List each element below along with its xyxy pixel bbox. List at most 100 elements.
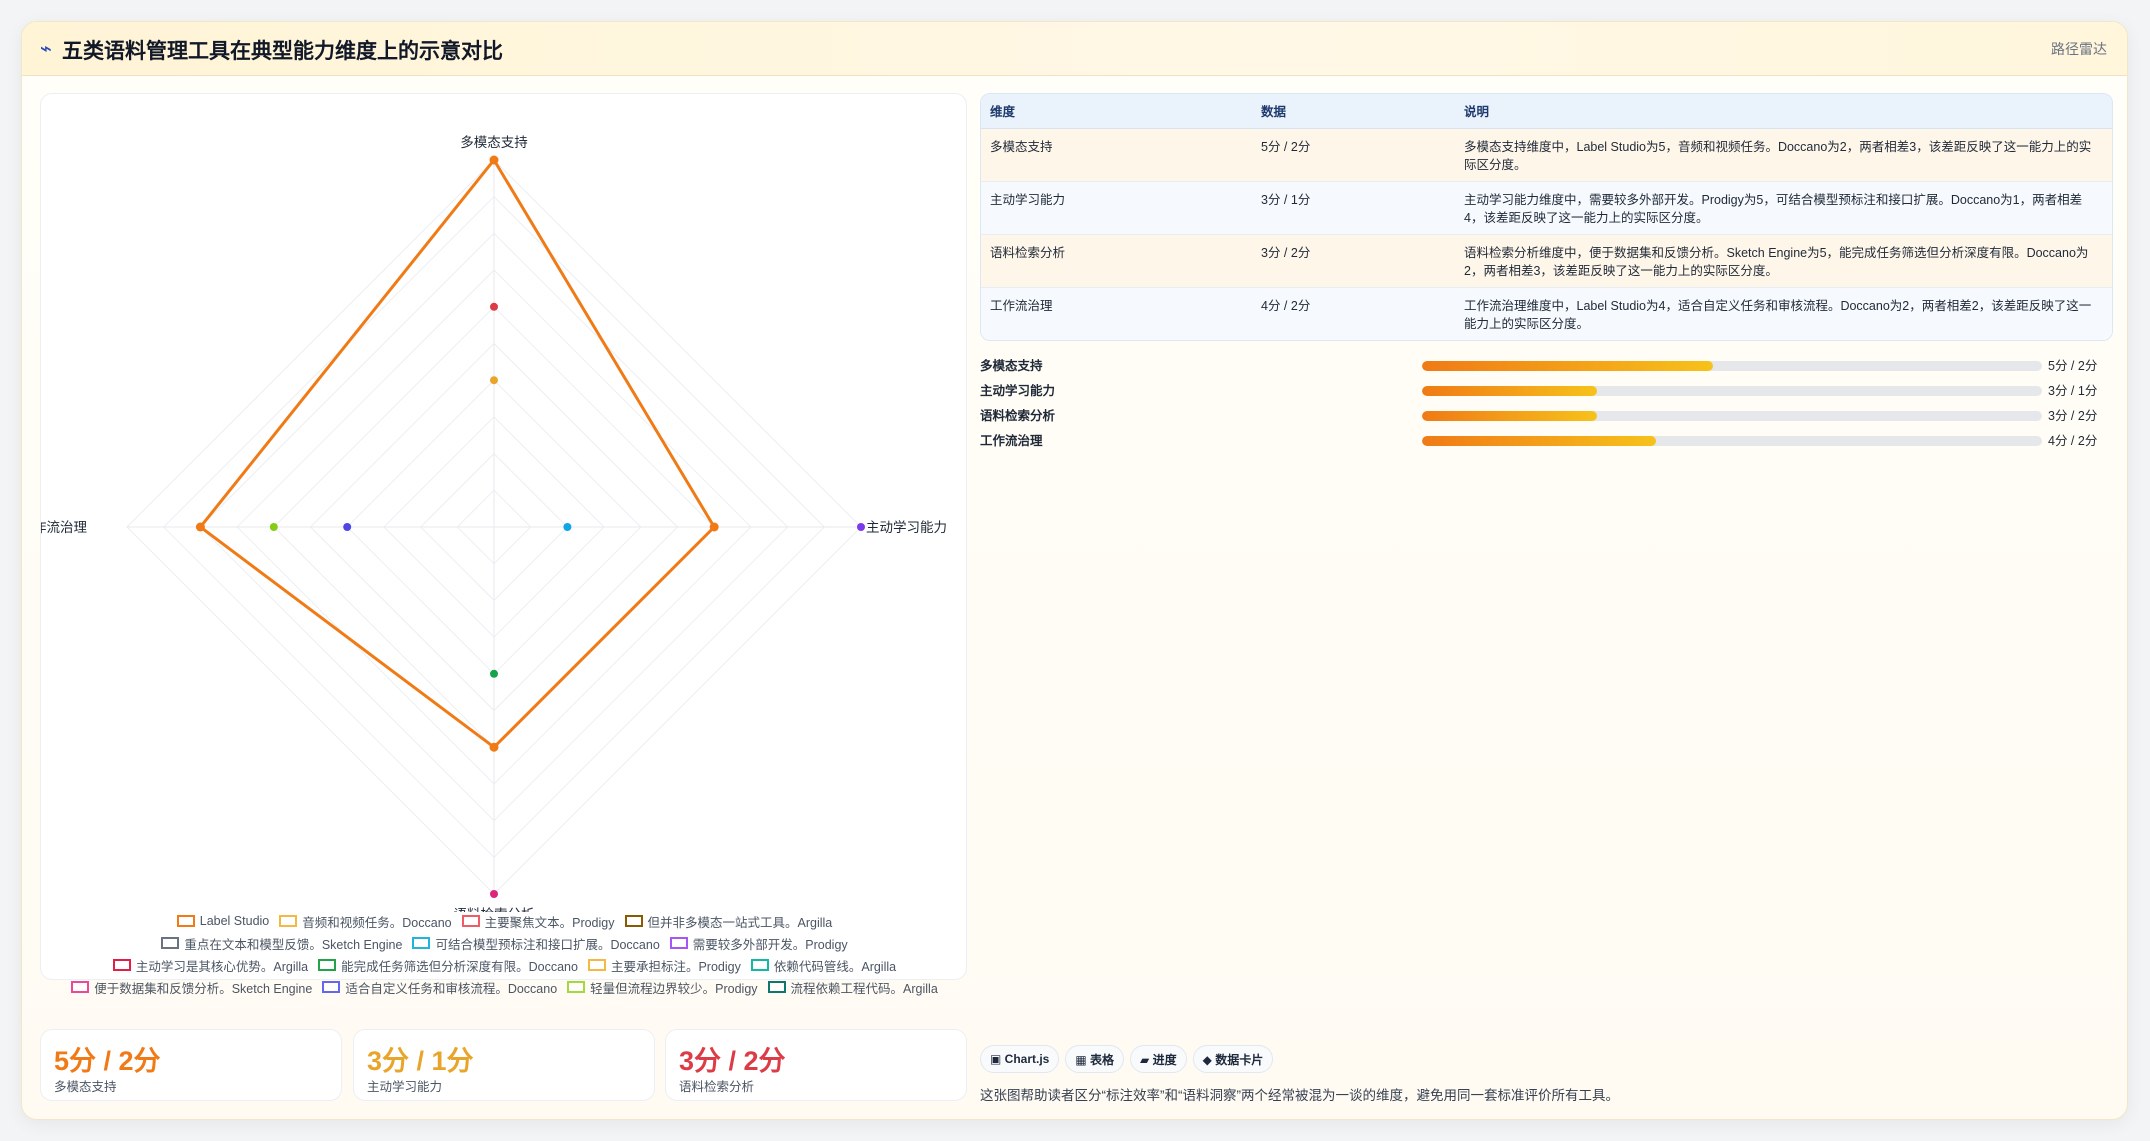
progress-label: 主动学习能力 [980,384,1056,398]
legend-item[interactable]: 音频和视频任务。Doccano [279,912,452,930]
progress-label: 工作流治理 [980,434,1043,448]
pill-chartjs[interactable]: ▣ Chart.js [980,1045,1060,1073]
footnote: 这张图帮助读者区分“标注效率”和“语料洞察”两个经常被混为一谈的维度，避免用同一… [980,1088,1619,1103]
legend-item[interactable]: 主要承担标注。Prodigy [587,956,741,974]
progress-label: 多模态支持 [980,359,1043,373]
comparison-table: 维度 数据 说明 多模态支持 5分 / 2分 多模态支持维度中，Label St… [980,93,2113,341]
kpi-label: 语料检索分析 [679,1080,755,1094]
legend-item[interactable]: 但并非多模态一站式工具。Argilla [624,912,833,930]
pill-data-card[interactable]: ◆ 数据卡片 [1192,1045,1274,1073]
legend-item[interactable]: 流程依赖工程代码。Argilla [767,978,938,996]
series-point [489,155,499,165]
data-point [857,523,865,531]
legend-item[interactable]: 能完成任务筛选但分析深度有限。Doccano [318,956,578,974]
kpi-label: 主动学习能力 [367,1080,443,1094]
legend-item[interactable]: 主动学习是其核心优势。Argilla [112,956,309,974]
progress-value: 5分 / 2分 [2048,359,2098,373]
kpi-value: 5分 / 2分 [54,1046,161,1076]
legend-label: 能完成任务筛选但分析深度有限。Doccano [341,959,578,974]
data-point [343,523,352,531]
data-point [490,890,498,898]
progress-fill [1422,411,1598,421]
column-header-dimension: 维度 [981,94,1252,129]
radar-chart-panel: 多模态支持主动学习能力语料检索分析工作流治理 Label Studio音频和视频… [40,93,967,996]
cell-data: 3分 / 2分 [1252,234,1455,288]
progress-track [1422,436,2042,446]
legend-item[interactable]: 便于数据集和反馈分析。Sketch Engine [71,978,312,996]
kpi-label: 多模态支持 [54,1080,117,1094]
progress-track [1422,386,2042,396]
legend-item[interactable]: 需要较多外部开发。Prodigy [669,934,848,952]
legend-label: 便于数据集和反馈分析。Sketch Engine [94,981,313,996]
legend-swatch [322,981,341,993]
table-row: 语料检索分析 3分 / 2分 语料检索分析维度中，便于数据集和反馈分析。Sket… [981,234,2112,288]
series-point [709,522,719,532]
table-row: 工作流治理 4分 / 2分 工作流治理维度中，Label Studio为4，适合… [981,287,2112,340]
kpi-card-corpus-search: 3分 / 2分 语料检索分析 [665,1029,967,1101]
legend-item[interactable]: Label Studio [176,912,270,930]
legend-swatch [279,915,298,927]
series-point [195,522,205,532]
legend-item[interactable]: 重点在文本和模型反馈。Sketch Engine [161,934,402,952]
pill-progress[interactable]: ▰ 进度 [1130,1045,1187,1073]
data-point [269,523,278,531]
legend-label: 轻量但流程边界较少。Prodigy [590,981,758,996]
legend-label: 音频和视频任务。Doccano [302,915,452,930]
main-card: ⌁ 五类语料管理工具在典型能力维度上的示意对比 路径雷达 多模态支持 主动学习能力… [21,21,2128,1120]
progress-row: 工作流治理 4分 / 2分 [980,427,2113,452]
axis-label: 多模态支持 [460,134,528,150]
legend-swatch [412,937,431,949]
data-point [563,523,572,531]
table-row: 多模态支持 5分 / 2分 多模态支持维度中，Label Studio为5，音频… [981,128,2112,182]
radar-chart: 多模态支持主动学习能力语料检索分析工作流治理 [41,134,947,912]
progress-fill [1422,436,1656,446]
progress-track [1422,361,2042,371]
cell-description: 语料检索分析维度中，便于数据集和反馈分析。Sketch Engine为5，能完成… [1455,234,2112,288]
legend-swatch [161,937,180,949]
data-point [490,669,498,678]
chart-type-tag: 路径雷达 [2051,41,2107,57]
kpi-value: 3分 / 2分 [679,1046,786,1076]
legend-label: 重点在文本和模型反馈。Sketch Engine [184,937,403,952]
legend-item[interactable]: 可结合模型预标注和接口扩展。Doccano [412,934,660,952]
legend-label: 可结合模型预标注和接口扩展。Doccano [435,937,660,952]
progress-row: 多模态支持 5分 / 2分 [980,352,2113,377]
kpi-value: 3分 / 1分 [367,1046,474,1076]
cell-data: 3分 / 1分 [1252,181,1455,235]
kpi-card-multimodal: 5分 / 2分 多模态支持 [40,1029,342,1101]
legend-swatch [176,915,195,927]
progress-label: 语料检索分析 [980,409,1056,423]
legend-label: 主要聚焦文本。Prodigy [484,915,615,930]
cell-data: 5分 / 2分 [1252,128,1455,182]
legend-item[interactable]: 依赖代码管线。Argilla [750,956,896,974]
axis-label: 主动学习能力 [866,520,947,535]
data-point [490,376,498,385]
pill-table[interactable]: ▦ 表格 [1065,1045,1125,1073]
legend-swatch [461,915,480,927]
legend-label: 但并非多模态一站式工具。Argilla [647,915,833,930]
progress-track [1422,411,2042,421]
progress-row: 主动学习能力 3分 / 1分 [980,377,2113,402]
legend-item[interactable]: 主要聚焦文本。Prodigy [461,912,615,930]
tech-pills: ▣ Chart.js ▦ 表格 ▰ 进度 ◆ 数据卡片 [980,1045,1274,1073]
cell-dimension: 语料检索分析 [981,234,1252,288]
legend-item[interactable]: 适合自定义任务和审核流程。Doccano [322,978,557,996]
legend-swatch [767,981,786,993]
data-point [490,302,498,311]
legend-swatch [750,959,769,971]
progress-fill [1422,361,1714,371]
legend-item[interactable]: 轻量但流程边界较少。Prodigy [567,978,758,996]
progress-value: 3分 / 1分 [2048,384,2098,398]
cell-description: 主动学习能力维度中，需要较多外部开发。Prodigy为5，可结合模型预标注和接口… [1455,181,2112,235]
cell-data: 4分 / 2分 [1252,287,1455,340]
legend-label: 主动学习是其核心优势。Argilla [135,959,309,974]
table-row: 主动学习能力 3分 / 1分 主动学习能力维度中，需要较多外部开发。Prodig… [981,181,2112,235]
cell-dimension: 工作流治理 [981,287,1252,340]
cell-description: 工作流治理维度中，Label Studio为4，适合自定义任务和审核流程。Doc… [1455,287,2112,340]
legend-swatch [112,959,131,971]
chart-legend: Label Studio 音频和视频任务。Doccano 主要聚焦文本。Prodig… [41,912,968,996]
legend-label: Label Studio [199,914,270,928]
cell-description: 多模态支持维度中，Label Studio为5，音频和视频任务。Doccano为… [1455,128,2112,182]
legend-label: 主要承担标注。Prodigy [610,959,741,974]
legend-swatch [669,937,688,949]
